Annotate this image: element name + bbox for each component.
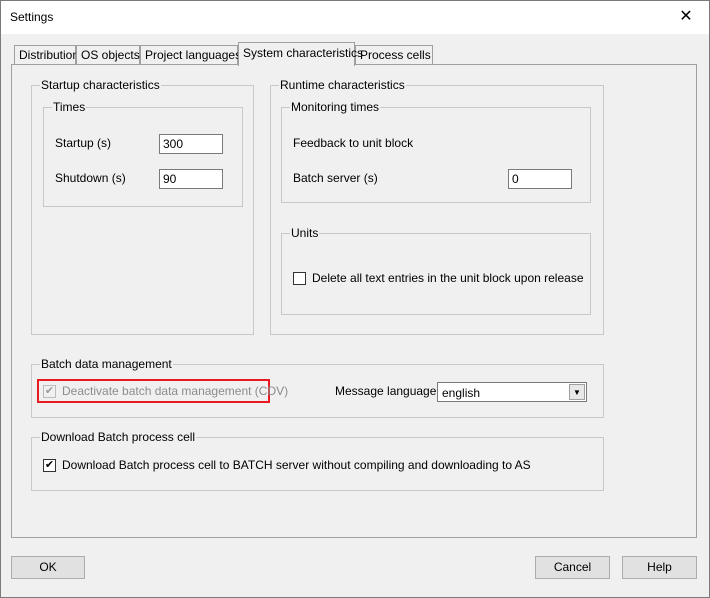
delete-entries-label: Delete all text entries in the unit bloc… [312,271,584,285]
runtime-characteristics-group: Runtime characteristics Monitoring times… [270,78,604,335]
monitoring-times-label: Monitoring times [290,100,381,114]
units-label: Units [290,226,320,240]
deactivate-cdv-checkbox[interactable]: ✔ [43,385,56,398]
batch-server-label: Batch server (s) [293,171,378,185]
shutdown-label: Shutdown (s) [55,171,126,185]
deactivate-cdv-label: Deactivate batch data management (CDV) [62,384,289,398]
tab-os-objects[interactable]: OS objects [76,45,140,65]
download-batch-label: Download Batch process cell [40,430,197,444]
tab-label: OS objects [81,48,140,62]
batch-data-management-label: Batch data management [40,357,173,371]
download-batch-group: Download Batch process cell ✔ Download B… [31,430,604,491]
delete-entries-checkbox[interactable] [293,272,306,285]
help-button[interactable]: Help [622,556,697,579]
monitoring-times-group: Monitoring times Feedback to unit block … [281,100,591,203]
tab-process-cells[interactable]: Process cells [355,45,433,65]
tab-distribution[interactable]: Distribution [14,45,80,65]
tab-system-characteristics[interactable]: System characteristics [238,42,363,66]
startup-characteristics-group: Startup characteristics Times Startup (s… [31,78,254,335]
tab-label: System characteristics [243,46,364,60]
startup-input[interactable]: 300 [159,134,223,154]
window-title: Settings [10,10,54,24]
check-icon: ✔ [44,385,55,397]
batch-data-management-group: Batch data management ✔ Deactivate batch… [31,357,604,418]
ok-button[interactable]: OK [11,556,85,579]
download-batch-checkbox[interactable]: ✔ [43,459,56,472]
startup-characteristics-label: Startup characteristics [40,78,161,92]
times-group: Times Startup (s) 300 Shutdown (s) 90 [43,100,243,207]
times-label: Times [52,100,87,114]
runtime-characteristics-label: Runtime characteristics [279,78,406,92]
tab-label: Project languages [145,48,242,62]
feedback-label: Feedback to unit block [293,136,414,150]
system-characteristics-panel: Startup characteristics Times Startup (s… [11,64,697,538]
tab-project-languages[interactable]: Project languages [140,45,242,65]
download-batch-option-label: Download Batch process cell to BATCH ser… [62,458,531,472]
settings-window: Settings ✕ Distribution OS objects Proje… [0,0,710,598]
close-icon[interactable]: ✕ [663,1,709,32]
cancel-button[interactable]: Cancel [535,556,610,579]
units-group: Units Delete all text entries in the uni… [281,226,591,315]
message-language-select[interactable]: english ▼ [437,382,587,402]
chevron-down-icon[interactable]: ▼ [569,384,585,400]
message-language-value: english [442,386,481,400]
startup-label: Startup (s) [55,136,112,150]
batch-server-input[interactable]: 0 [508,169,572,189]
tab-label: Process cells [360,48,431,62]
title-bar: Settings ✕ [1,1,709,34]
check-icon: ✔ [44,459,55,471]
tab-label: Distribution [19,48,80,62]
shutdown-input[interactable]: 90 [159,169,223,189]
message-language-label: Message language [335,384,437,398]
